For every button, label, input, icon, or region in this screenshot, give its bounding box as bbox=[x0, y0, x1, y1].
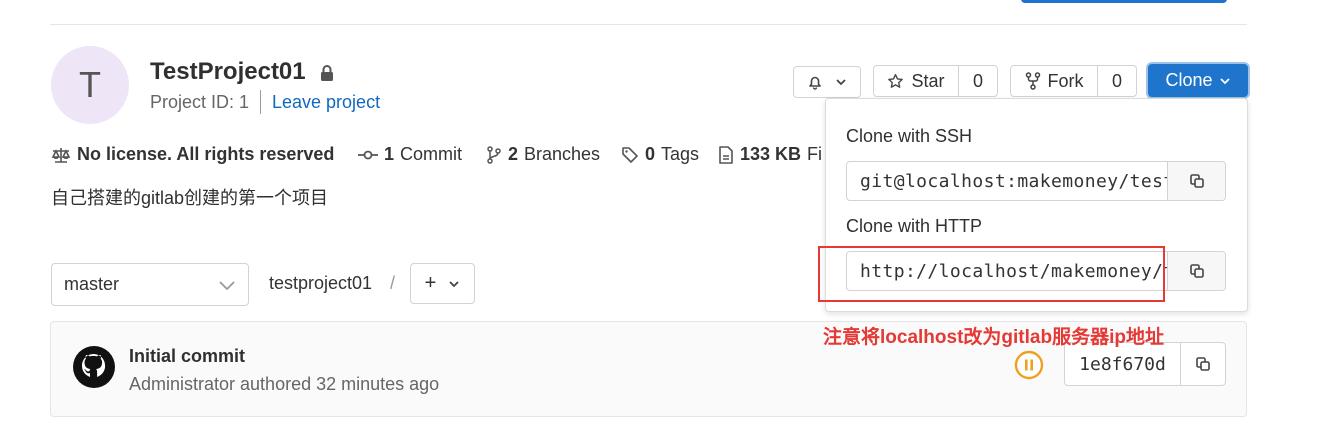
copy-icon bbox=[1189, 174, 1204, 188]
clone-http-label: Clone with HTTP bbox=[846, 216, 983, 236]
commit-label: Commit bbox=[400, 144, 463, 164]
lock-icon bbox=[320, 64, 334, 87]
chevron-down-icon bbox=[1219, 77, 1230, 84]
license-stat[interactable]: No license. All rights reserved bbox=[51, 144, 334, 165]
fork-icon bbox=[1025, 72, 1040, 90]
path-separator: / bbox=[390, 273, 396, 293]
star-button-group[interactable]: Star 0 bbox=[873, 65, 998, 97]
file-icon bbox=[719, 145, 733, 164]
meta-separator bbox=[260, 90, 261, 114]
leave-project-link[interactable]: Leave project bbox=[272, 92, 380, 113]
clone-ssh-url[interactable]: git@localhost:makemoney/testproject01.gi… bbox=[847, 162, 1167, 200]
project-description: 自己搭建的gitlab创建的第一个项目 bbox=[51, 188, 329, 208]
commit-author-line: Administrator authored 32 minutes ago bbox=[129, 374, 440, 394]
branch-icon bbox=[487, 145, 501, 164]
chevron-down-icon bbox=[449, 280, 459, 287]
size-value: 133 KB bbox=[740, 144, 802, 164]
github-avatar-icon[interactable] bbox=[72, 345, 116, 394]
branches-stat[interactable]: 2 Branches bbox=[486, 144, 600, 165]
plus-icon: + bbox=[424, 272, 437, 294]
notification-dropdown[interactable] bbox=[793, 66, 861, 98]
fork-label: Fork bbox=[1047, 70, 1084, 91]
copy-http-button[interactable] bbox=[1167, 252, 1225, 290]
commit-title-link[interactable]: Initial commit bbox=[129, 346, 245, 367]
clone-ssh-field[interactable]: git@localhost:makemoney/testproject01.gi… bbox=[846, 161, 1226, 201]
size-label: Fi bbox=[807, 144, 823, 164]
bell-icon bbox=[809, 76, 821, 90]
project-title[interactable]: TestProject01 bbox=[150, 58, 306, 86]
branch-name: master bbox=[64, 274, 120, 294]
commit-count: 1 bbox=[384, 144, 395, 164]
top-action-button[interactable] bbox=[1021, 0, 1227, 3]
branch-selector[interactable]: master bbox=[51, 263, 249, 306]
copy-sha-button[interactable] bbox=[1180, 343, 1225, 385]
tag-count: 0 bbox=[645, 144, 656, 164]
star-icon bbox=[888, 73, 904, 88]
tags-stat[interactable]: 0 Tags bbox=[621, 144, 699, 165]
annotation-note: 注意将localhost改为gitlab服务器ip地址 bbox=[823, 327, 1164, 348]
branch-label: Branches bbox=[524, 144, 601, 164]
copy-ssh-button[interactable] bbox=[1167, 162, 1225, 200]
star-count[interactable]: 0 bbox=[958, 66, 997, 96]
chevron-down-icon bbox=[836, 79, 846, 86]
avatar-letter: T bbox=[79, 64, 101, 105]
divider bbox=[50, 24, 1247, 25]
project-id: Project ID: 1 bbox=[150, 92, 250, 112]
branch-count: 2 bbox=[508, 144, 519, 164]
clone-ssh-label: Clone with SSH bbox=[846, 126, 973, 146]
size-stat[interactable]: 133 KB Fi bbox=[718, 144, 822, 165]
star-button[interactable]: Star bbox=[874, 66, 958, 96]
add-file-dropdown[interactable]: + bbox=[410, 263, 475, 304]
repo-path-link[interactable]: testproject01 bbox=[269, 273, 372, 294]
chevron-down-icon bbox=[219, 280, 235, 290]
license-text: No license. All rights reserved bbox=[77, 144, 335, 164]
copy-icon bbox=[1196, 357, 1210, 371]
commits-stat[interactable]: 1 Commit bbox=[358, 144, 462, 165]
fork-count[interactable]: 0 bbox=[1097, 66, 1136, 96]
commit-icon bbox=[358, 150, 378, 159]
scale-icon bbox=[51, 147, 71, 163]
clone-label: Clone bbox=[1165, 70, 1213, 90]
fork-button[interactable]: Fork bbox=[1011, 66, 1097, 96]
star-label: Star bbox=[911, 70, 945, 91]
clone-button[interactable]: Clone bbox=[1148, 64, 1248, 97]
project-avatar: T bbox=[51, 46, 129, 124]
fork-button-group[interactable]: Fork 0 bbox=[1010, 65, 1137, 97]
tag-icon bbox=[622, 146, 638, 163]
commit-sha[interactable]: 1e8f670d bbox=[1065, 343, 1180, 385]
copy-icon bbox=[1189, 264, 1204, 278]
pipeline-status-icon[interactable] bbox=[1014, 350, 1044, 385]
annotation-highlight-box bbox=[818, 246, 1165, 302]
tag-label: Tags bbox=[661, 144, 700, 164]
